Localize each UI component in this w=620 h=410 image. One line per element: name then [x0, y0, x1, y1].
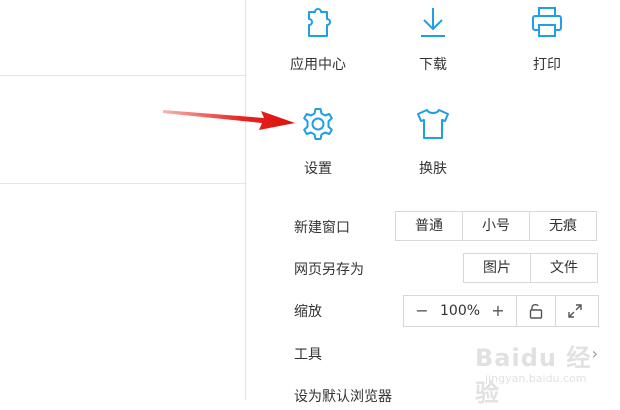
zoom-lock-button[interactable]	[517, 296, 555, 326]
fullscreen-icon	[568, 304, 582, 318]
new-window-options: 普通 小号 无痕	[395, 211, 597, 241]
save-as-row: 网页另存为 图片 文件	[294, 253, 604, 283]
save-as-options: 图片 文件	[463, 253, 598, 283]
divider-line	[0, 75, 245, 76]
puzzle-icon	[308, 8, 331, 37]
new-window-incognito-button[interactable]: 无痕	[530, 212, 596, 240]
zoom-label: 缩放	[294, 304, 322, 320]
baidu-watermark: Baidu 经验 jingyan.baidu.com	[475, 338, 605, 407]
new-window-small-button[interactable]: 小号	[463, 212, 530, 240]
tile-download[interactable]: 下载	[388, 4, 478, 82]
zoom-control: − 100% +	[403, 295, 599, 327]
divider-line	[0, 183, 245, 184]
tshirt-icon	[417, 109, 449, 139]
new-window-row: 新建窗口 普通 小号 无痕	[294, 211, 604, 241]
tile-label: 打印	[533, 57, 561, 73]
tile-label: 下载	[419, 57, 447, 73]
zoom-level: 100%	[440, 303, 481, 319]
save-as-image-button[interactable]: 图片	[464, 254, 531, 282]
gear-icon	[303, 108, 333, 140]
tools-label: 工具	[294, 347, 322, 363]
zoom-row: 缩放 − 100% +	[294, 295, 604, 327]
zoom-out-button[interactable]: −	[404, 296, 440, 326]
annotation-arrow	[163, 110, 295, 130]
tile-label: 应用中心	[290, 57, 346, 73]
tile-skin[interactable]: 换肤	[388, 106, 478, 184]
watermark-url: jingyan.baidu.com	[485, 372, 587, 385]
download-icon	[421, 8, 445, 37]
new-window-normal-button[interactable]: 普通	[396, 212, 463, 240]
save-as-label: 网页另存为	[294, 262, 364, 278]
printer-icon	[532, 7, 562, 37]
lock-icon	[529, 303, 543, 319]
zoom-in-button[interactable]: +	[480, 296, 516, 326]
tile-label: 设置	[304, 161, 332, 177]
tile-print[interactable]: 打印	[502, 4, 592, 82]
new-window-label: 新建窗口	[294, 220, 350, 236]
default-browser-label: 设为默认浏览器	[294, 389, 392, 405]
page-content-area	[0, 0, 245, 400]
save-as-file-button[interactable]: 文件	[531, 254, 597, 282]
fullscreen-button[interactable]	[556, 296, 594, 326]
tile-app-center[interactable]: 应用中心	[273, 4, 363, 82]
tile-label: 换肤	[419, 161, 447, 177]
